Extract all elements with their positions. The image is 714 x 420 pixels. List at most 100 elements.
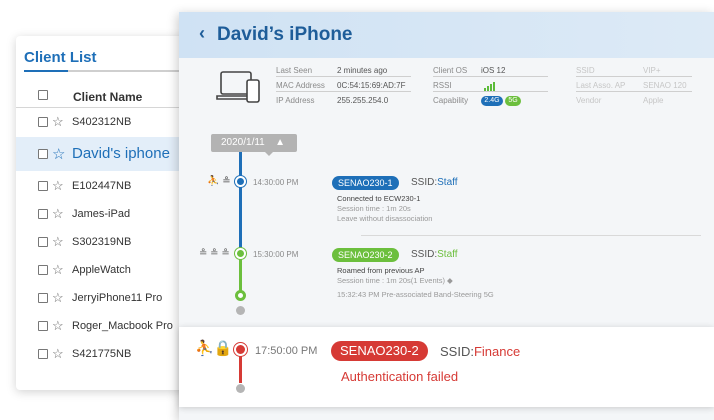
- ssid-prefix: SSID:: [440, 344, 474, 359]
- client-row-e102447nb[interactable]: ☆ E102447NB: [16, 172, 191, 200]
- client-os-value: iOS 12: [481, 66, 506, 75]
- client-row-s421775nb[interactable]: ☆ S421775NB: [16, 340, 191, 368]
- star-icon[interactable]: ☆: [52, 206, 64, 222]
- select-all-checkbox[interactable]: [38, 90, 48, 100]
- capability-label: Capability: [433, 96, 469, 105]
- client-name: E102447NB: [72, 180, 132, 192]
- star-icon[interactable]: ☆: [52, 346, 64, 362]
- ssid-label: SSID: [576, 66, 595, 75]
- row-checkbox[interactable]: [38, 237, 48, 247]
- client-name: JerryiPhone11 Pro: [72, 292, 163, 304]
- row-checkbox[interactable]: [38, 181, 48, 191]
- row-checkbox[interactable]: [38, 349, 48, 359]
- timeline-dot-gray: [236, 306, 245, 315]
- row-checkbox[interactable]: [38, 149, 48, 159]
- date-filter-tag[interactable]: 2020/1/11 ▲: [211, 134, 297, 156]
- event-description: Roamed from previous AP: [337, 266, 425, 275]
- event-note: 15:32:43 PM Pre-associated Band-Steering…: [337, 290, 494, 299]
- timeline-end-dot: [235, 290, 246, 301]
- client-row-s302319nb[interactable]: ☆ S302319NB: [16, 228, 191, 256]
- ssid-prefix: SSID:: [411, 249, 438, 260]
- row-checkbox[interactable]: [38, 117, 48, 127]
- rssi-label: RSSI: [433, 81, 452, 90]
- chevron-up-icon: ▲: [275, 137, 285, 148]
- client-name: James-iPad: [72, 208, 131, 220]
- ap-badge[interactable]: SENAO230-1: [332, 176, 399, 190]
- last-seen-value: 2 minutes ago: [337, 66, 388, 75]
- timeline-dot-gray: [236, 384, 245, 393]
- client-name: David's iphone: [72, 145, 170, 162]
- event-time: 17:50:00 PM: [255, 345, 318, 357]
- row-checkbox[interactable]: [38, 321, 48, 331]
- event-description: Authentication failed: [341, 369, 459, 384]
- divider: [361, 235, 701, 236]
- star-icon[interactable]: ☆: [52, 262, 64, 278]
- page-title: David’s iPhone: [217, 24, 353, 45]
- event-ssid: SSID:Finance: [440, 344, 520, 359]
- divider: [576, 91, 692, 92]
- event-type-icons: ⛹ ≗: [207, 176, 231, 187]
- mac-address-value: 0C:54:15:69:AD:7F: [337, 81, 406, 90]
- walk-lock-icon: ⛹🔒: [195, 340, 233, 357]
- client-detail-panel: ‹ David’s iPhone Last Seen 2 minutes ago…: [179, 12, 714, 420]
- divider: [433, 91, 548, 92]
- star-icon[interactable]: ☆: [52, 318, 64, 334]
- chevron-left-icon[interactable]: ‹: [199, 23, 205, 44]
- client-name: S302319NB: [72, 236, 132, 248]
- timeline-dot[interactable]: [235, 176, 246, 187]
- client-name-column-header: Client Name: [73, 90, 143, 104]
- last-ap-value: SENAO 120: [643, 81, 687, 90]
- event-note: Leave without disassociation: [337, 214, 433, 223]
- client-row-davids-iphone[interactable]: ☆ David's iphone: [16, 137, 191, 171]
- last-seen-label: Last Seen: [276, 66, 313, 75]
- client-row-applewatch[interactable]: ☆ AppleWatch: [16, 256, 191, 284]
- row-checkbox[interactable]: [38, 293, 48, 303]
- client-row-roger-macbook-pro[interactable]: ☆ Roger_Macbook Pro: [16, 312, 191, 340]
- mac-address-label: MAC Address: [276, 81, 325, 90]
- signal-strength-icon: [484, 82, 495, 91]
- timeline-dot[interactable]: [234, 343, 247, 356]
- event-type-icons: ≗ ≗ ≗: [199, 248, 230, 259]
- client-os-label: Client OS: [433, 66, 468, 75]
- client-list-header: Client Name: [16, 82, 191, 108]
- row-checkbox[interactable]: [38, 209, 48, 219]
- client-name: Roger_Macbook Pro: [72, 320, 173, 332]
- client-row-s402312nb[interactable]: ☆ S402312NB: [16, 108, 191, 136]
- device-icon: [216, 71, 260, 103]
- star-icon[interactable]: ☆: [52, 290, 64, 306]
- ip-address-label: IP Address: [276, 96, 315, 105]
- row-checkbox[interactable]: [38, 265, 48, 275]
- star-icon[interactable]: ☆: [52, 114, 64, 130]
- detail-header: ‹ David’s iPhone: [179, 12, 714, 58]
- vendor-label: Vendor: [576, 96, 602, 105]
- ssid-value: VIP+: [643, 66, 661, 75]
- ssid-name: Staff: [437, 249, 458, 260]
- client-name: S402312NB: [72, 116, 132, 128]
- star-icon[interactable]: ☆: [52, 234, 64, 250]
- divider: [276, 91, 411, 92]
- client-name: S421775NB: [72, 348, 132, 360]
- client-row-jerryiphone11-pro[interactable]: ☆ JerryiPhone11 Pro: [16, 284, 191, 312]
- event-time: 14:30:00 PM: [253, 178, 299, 187]
- divider: [276, 76, 411, 77]
- ap-badge[interactable]: SENAO230-2: [331, 341, 428, 361]
- title-underline: [24, 70, 179, 72]
- event-session-time: Session time : 1m 20s(1 Events) ◆: [337, 276, 453, 285]
- ssid-name: Staff: [437, 177, 458, 188]
- event-time: 15:30:00 PM: [253, 250, 299, 259]
- vendor-value: Apple: [643, 96, 664, 105]
- timeline-dot[interactable]: [235, 248, 246, 259]
- event-session-time: Session time : 1m 20s: [337, 204, 411, 213]
- star-icon[interactable]: ☆: [52, 178, 64, 194]
- event-ssid: SSID:Staff: [411, 177, 458, 188]
- failure-event-card[interactable]: ⛹🔒 17:50:00 PM SENAO230-2 SSID:Finance A…: [179, 327, 714, 407]
- last-ap-label: Last Asso. AP: [576, 81, 626, 90]
- client-list-panel: Client List Client Name ☆ S402312NB ☆ Da…: [16, 36, 191, 390]
- ssid-prefix: SSID:: [411, 177, 438, 188]
- client-row-james-ipad[interactable]: ☆ James-iPad: [16, 200, 191, 228]
- capability-5g-badge: 5G: [505, 96, 521, 106]
- info-column-network: SSID VIP+ Last Asso. AP SENAO 120 Vendor…: [576, 64, 692, 110]
- ap-badge[interactable]: SENAO230-2: [332, 248, 399, 262]
- star-icon[interactable]: ☆: [52, 145, 65, 163]
- date-label: 2020/1/11: [221, 137, 265, 148]
